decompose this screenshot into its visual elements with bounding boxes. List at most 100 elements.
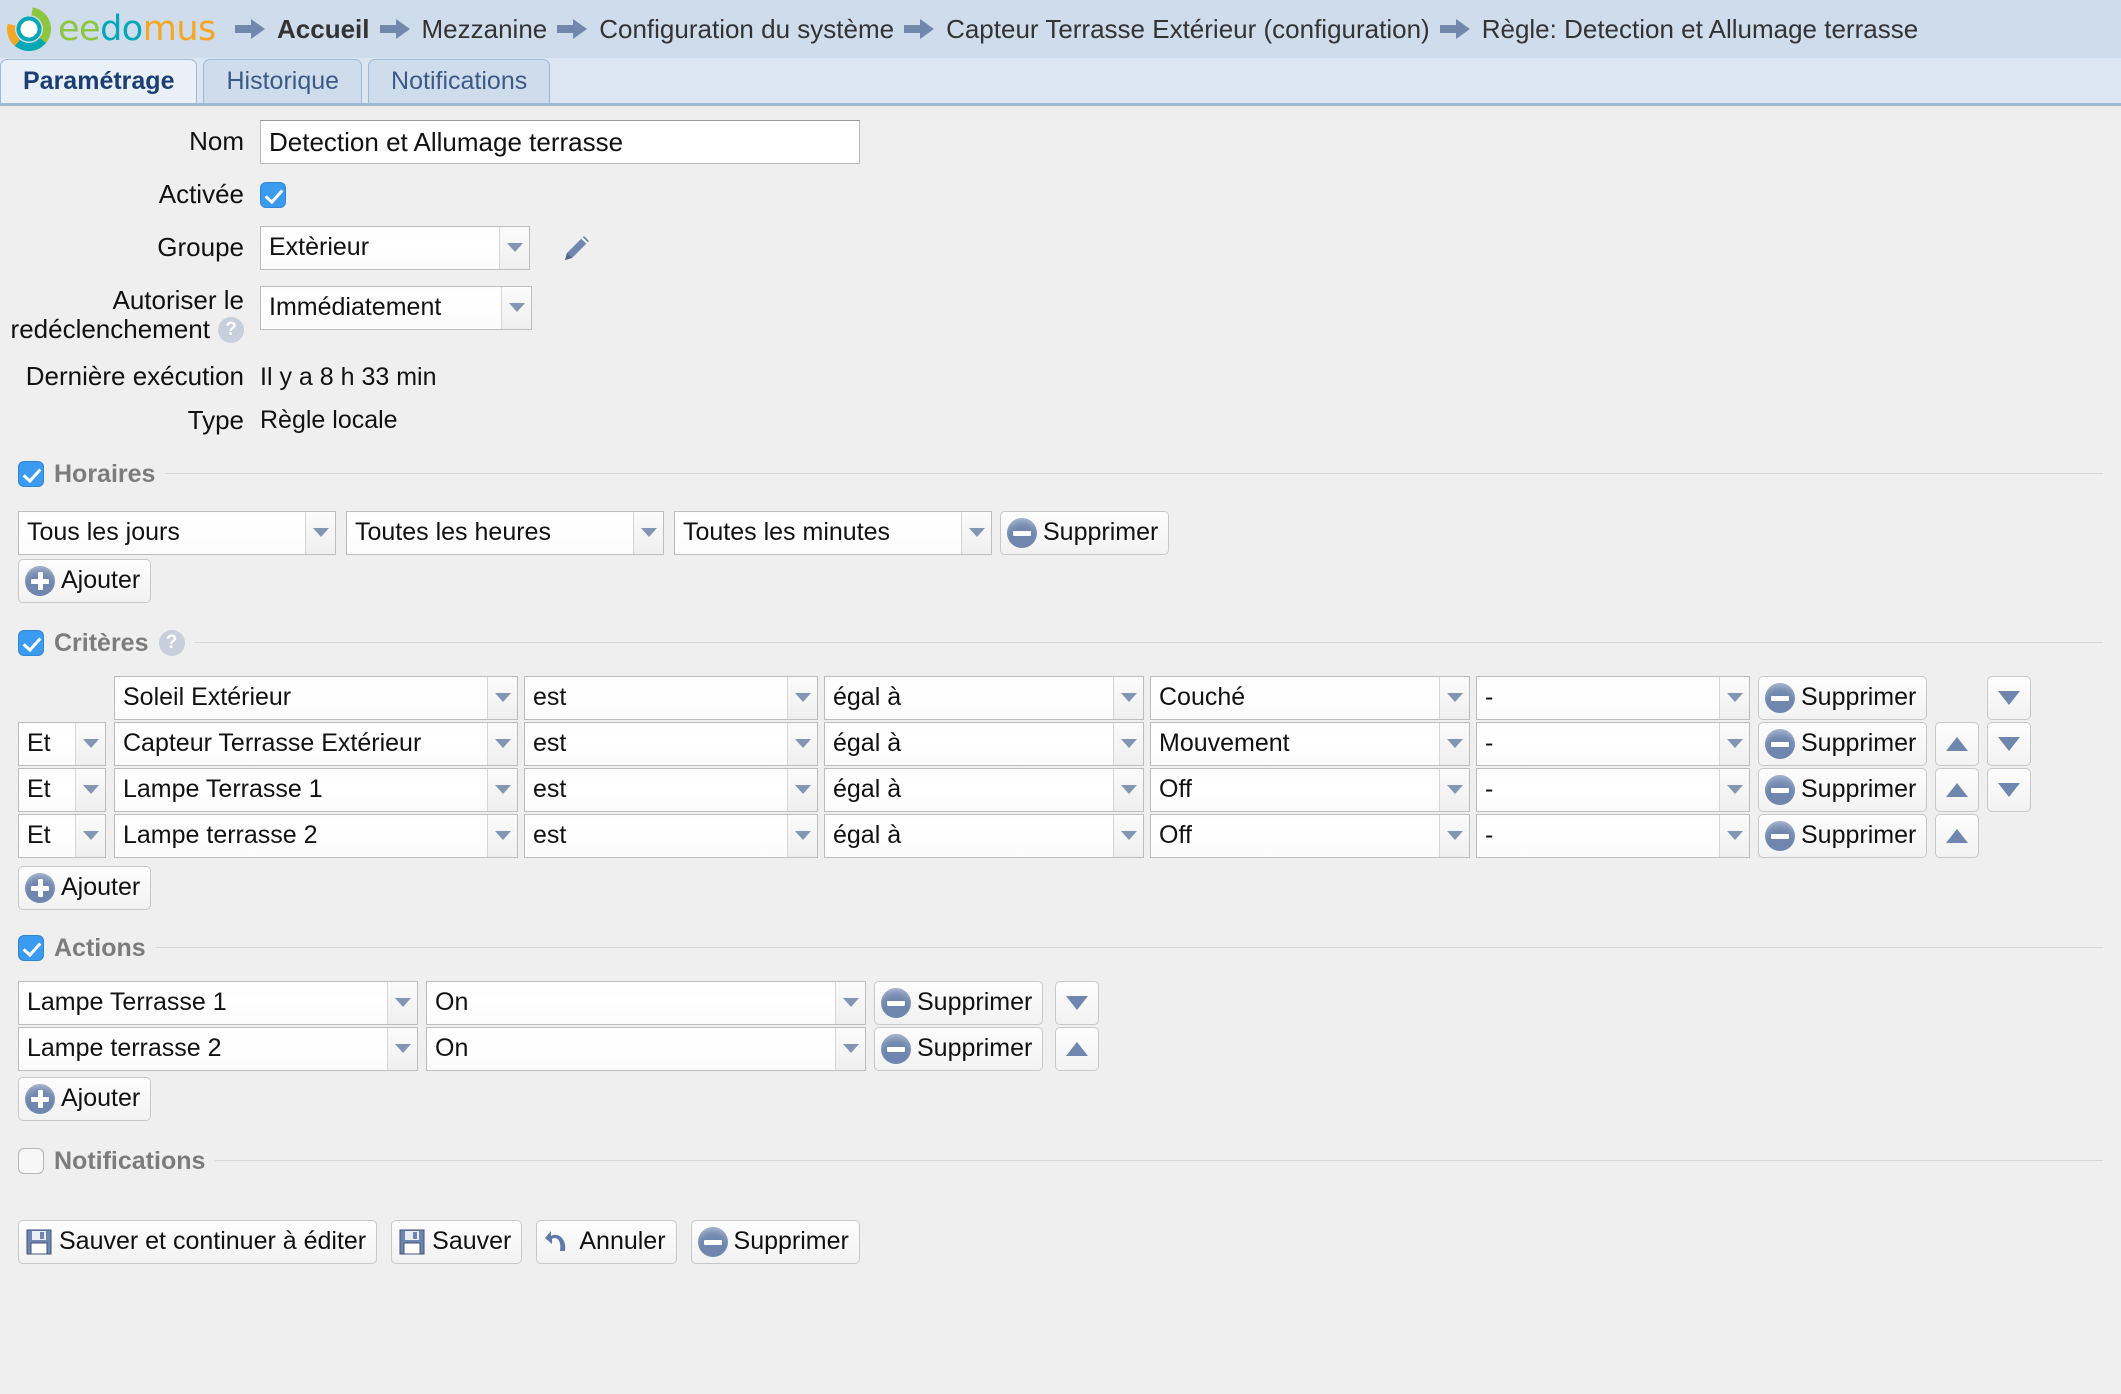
criteres-value-select-arrow[interactable]	[1439, 814, 1469, 857]
criteres-verb-select[interactable]: est	[524, 721, 818, 766]
horaires-minutes-select[interactable]: Toutes les minutes	[674, 510, 992, 555]
criteres-comparator-select[interactable]: égal à	[824, 813, 1144, 858]
criteres-checkbox[interactable]	[18, 630, 44, 657]
criteres-extra-select-arrow[interactable]	[1719, 768, 1749, 811]
breadcrumb-item-2[interactable]: Configuration du système	[547, 14, 894, 45]
save-button[interactable]: Sauver	[391, 1219, 523, 1264]
criteres-device-select-arrow[interactable]	[487, 722, 517, 765]
redeclenchement-select-arrow[interactable]	[501, 286, 531, 329]
criteres-move-up-button[interactable]	[1935, 767, 1980, 812]
criteres-comparator-select-arrow[interactable]	[1113, 768, 1143, 811]
tab-notifications[interactable]: Notifications	[368, 59, 551, 103]
criteres-device-select[interactable]: Soleil Extérieur	[114, 675, 518, 720]
criteres-comparator-select[interactable]: égal à	[824, 767, 1144, 812]
criteres-logic-select-arrow[interactable]	[75, 768, 105, 811]
criteres-value-select[interactable]: Off	[1150, 767, 1470, 812]
actions-move-up-button[interactable]	[1055, 1026, 1100, 1071]
edit-pencil-icon[interactable]	[560, 232, 592, 264]
criteres-add-button[interactable]: Ajouter	[18, 865, 152, 910]
criteres-value-select[interactable]: Mouvement	[1150, 721, 1470, 766]
help-icon-redeclenchement[interactable]: ?	[218, 316, 244, 343]
nom-input[interactable]	[260, 120, 860, 164]
delete-rule-button[interactable]: Supprimer	[690, 1219, 860, 1264]
criteres-extra-select[interactable]: -	[1476, 721, 1750, 766]
criteres-verb-select[interactable]: est	[524, 767, 818, 812]
criteres-delete-button[interactable]: Supprimer	[1758, 767, 1928, 812]
criteres-verb-select-arrow[interactable]	[787, 768, 817, 811]
save-and-continue-button[interactable]: Sauver et continuer à éditer	[18, 1219, 378, 1264]
actions-state-select-arrow[interactable]	[835, 1027, 865, 1070]
criteres-logic-select-arrow[interactable]	[75, 722, 105, 765]
criteres-delete-button[interactable]: Supprimer	[1758, 675, 1928, 720]
cancel-button[interactable]: Annuler	[536, 1219, 677, 1264]
actions-checkbox[interactable]	[18, 935, 44, 962]
actions-device-select[interactable]: Lampe terrasse 2	[18, 1026, 418, 1071]
criteres-comparator-select[interactable]: égal à	[824, 721, 1144, 766]
criteres-comparator-select-arrow[interactable]	[1113, 814, 1143, 857]
activee-checkbox[interactable]	[260, 181, 286, 208]
horaires-hours-select-arrow[interactable]	[633, 511, 663, 554]
actions-state-select-arrow[interactable]	[835, 981, 865, 1024]
criteres-value-select[interactable]: Off	[1150, 813, 1470, 858]
criteres-extra-select-arrow[interactable]	[1719, 722, 1749, 765]
actions-add-button[interactable]: Ajouter	[18, 1076, 152, 1121]
criteres-verb-select[interactable]: est	[524, 675, 818, 720]
horaires-days-select[interactable]: Tous les jours	[18, 510, 336, 555]
criteres-logic-select[interactable]: Et	[18, 813, 106, 858]
criteres-verb-select[interactable]: est	[524, 813, 818, 858]
criteres-device-select-arrow[interactable]	[487, 814, 517, 857]
tab-param-trage[interactable]: Paramétrage	[0, 59, 198, 103]
criteres-comparator-select-arrow[interactable]	[1113, 722, 1143, 765]
actions-delete-button[interactable]: Supprimer	[874, 980, 1044, 1025]
criteres-extra-select-arrow[interactable]	[1719, 814, 1749, 857]
horaires-minutes-select-arrow[interactable]	[961, 511, 991, 554]
actions-device-select-arrow[interactable]	[387, 1027, 417, 1070]
criteres-device-select[interactable]: Capteur Terrasse Extérieur	[114, 721, 518, 766]
criteres-verb-select-arrow[interactable]	[787, 814, 817, 857]
criteres-extra-select[interactable]: -	[1476, 767, 1750, 812]
help-icon-criteres[interactable]: ?	[158, 630, 185, 657]
criteres-delete-button[interactable]: Supprimer	[1758, 813, 1928, 858]
criteres-extra-select[interactable]: -	[1476, 675, 1750, 720]
criteres-comparator-select[interactable]: égal à	[824, 675, 1144, 720]
criteres-comparator-select-arrow[interactable]	[1113, 676, 1143, 719]
criteres-value-select-arrow[interactable]	[1439, 676, 1469, 719]
horaires-add-button[interactable]: Ajouter	[18, 558, 152, 603]
breadcrumb-item-1[interactable]: Mezzanine	[370, 14, 547, 45]
actions-state-select[interactable]: On	[426, 980, 866, 1025]
criteres-extra-select[interactable]: -	[1476, 813, 1750, 858]
horaires-hours-select[interactable]: Toutes les heures	[346, 510, 664, 555]
horaires-days-select-arrow[interactable]	[305, 511, 335, 554]
criteres-move-up-button[interactable]	[1935, 813, 1980, 858]
criteres-device-select-arrow[interactable]	[487, 676, 517, 719]
criteres-verb-select-arrow[interactable]	[787, 722, 817, 765]
criteres-logic-select[interactable]: Et	[18, 721, 106, 766]
criteres-logic-select[interactable]: Et	[18, 767, 106, 812]
criteres-logic-select-arrow[interactable]	[75, 814, 105, 857]
groupe-select-arrow[interactable]	[499, 226, 529, 269]
criteres-move-up-button[interactable]	[1935, 721, 1980, 766]
actions-delete-button[interactable]: Supprimer	[874, 1026, 1044, 1071]
criteres-device-select-arrow[interactable]	[487, 768, 517, 811]
actions-device-select[interactable]: Lampe Terrasse 1	[18, 980, 418, 1025]
criteres-value-select-arrow[interactable]	[1439, 768, 1469, 811]
criteres-move-down-button[interactable]	[1987, 675, 2032, 720]
breadcrumb-item-0[interactable]: Accueil	[225, 14, 370, 45]
breadcrumb-item-4[interactable]: Règle: Detection et Allumage terrasse	[1430, 14, 1918, 45]
actions-device-select-arrow[interactable]	[387, 981, 417, 1024]
horaires-delete-button[interactable]: Supprimer	[1000, 510, 1170, 555]
criteres-extra-select-arrow[interactable]	[1719, 676, 1749, 719]
actions-move-down-button[interactable]	[1055, 980, 1100, 1025]
criteres-move-down-button[interactable]	[1987, 767, 2032, 812]
tab-historique[interactable]: Historique	[203, 59, 363, 103]
criteres-delete-button[interactable]: Supprimer	[1758, 721, 1928, 766]
criteres-value-select-arrow[interactable]	[1439, 722, 1469, 765]
criteres-value-select[interactable]: Couché	[1150, 675, 1470, 720]
actions-state-select[interactable]: On	[426, 1026, 866, 1071]
criteres-device-select[interactable]: Lampe terrasse 2	[114, 813, 518, 858]
criteres-verb-select-arrow[interactable]	[787, 676, 817, 719]
brand-logo[interactable]: eedomus	[0, 6, 225, 52]
notifications-checkbox[interactable]	[18, 1148, 44, 1175]
redeclenchement-select[interactable]: Immédiatement	[260, 285, 532, 330]
criteres-device-select[interactable]: Lampe Terrasse 1	[114, 767, 518, 812]
